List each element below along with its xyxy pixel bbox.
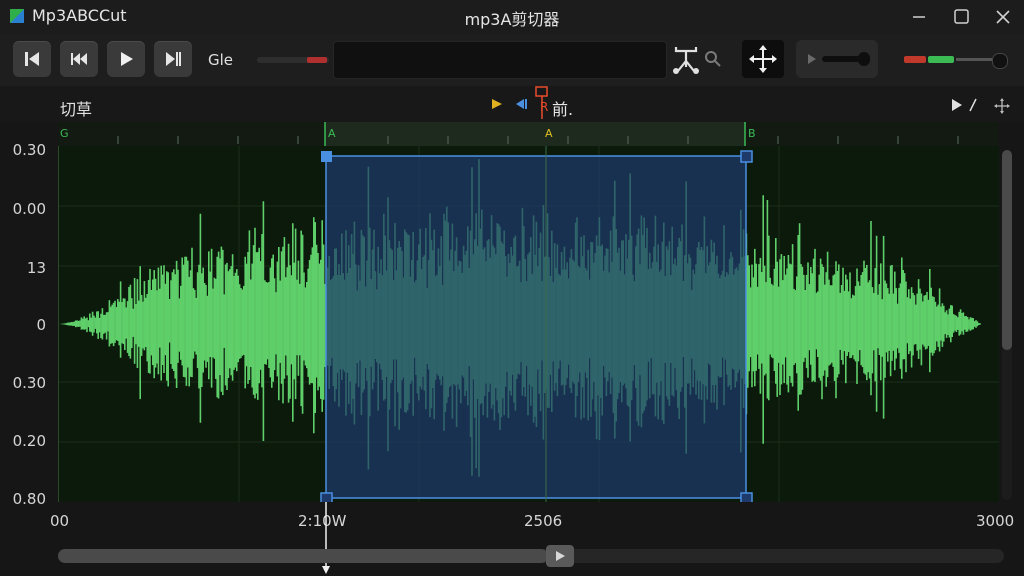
speed-label: Gle	[208, 51, 234, 69]
waveform-area[interactable]	[58, 146, 999, 502]
volume-control[interactable]	[796, 40, 878, 78]
cut-marker-icon	[673, 47, 699, 74]
selection-handle-top-left	[321, 151, 332, 162]
rewind-icon	[71, 53, 87, 65]
pan-icon[interactable]	[994, 98, 1010, 114]
skip-to-start-button[interactable]	[13, 41, 51, 77]
maximize-button[interactable]	[948, 4, 974, 30]
playhead-marker-letter: R	[540, 100, 549, 114]
toolbar: Gle	[0, 34, 1024, 87]
marker-play-icon[interactable]	[490, 98, 504, 110]
move-tool-button[interactable]	[742, 40, 784, 78]
x-axis-label: 3000	[976, 512, 1015, 530]
marker-back-icon[interactable]	[514, 98, 530, 110]
rewind-button[interactable]	[60, 41, 98, 77]
horizontal-scrollbar-thumb[interactable]	[58, 549, 548, 563]
selection-region	[325, 155, 747, 499]
close-button[interactable]	[990, 4, 1016, 30]
level-meter[interactable]	[900, 53, 1010, 69]
level-meter-green	[928, 56, 954, 63]
app-name: Mp3ABCCut	[32, 6, 127, 25]
app-logo-icon	[10, 9, 24, 23]
title-bar: Mp3ABCCut mp3A剪切器	[0, 0, 1024, 34]
vertical-scrollbar-thumb[interactable]	[1002, 150, 1012, 350]
vertical-scrollbar[interactable]	[1002, 150, 1012, 500]
section-label: 切草	[60, 100, 93, 119]
selection-handle-bottom-right	[740, 492, 753, 502]
selection-end-marker[interactable]: B	[748, 127, 756, 140]
skip-next-button[interactable]	[154, 41, 192, 77]
level-meter-track	[956, 58, 996, 61]
y-axis-label: 0.30	[12, 141, 46, 159]
waveform	[59, 146, 999, 502]
selection-start-marker[interactable]: A	[328, 127, 336, 140]
speed-slider[interactable]	[257, 57, 329, 63]
skip-next-icon	[166, 52, 181, 66]
speed-slider-fill	[307, 57, 327, 63]
y-axis-label: 0	[36, 316, 46, 334]
y-axis-label: 0.00	[12, 200, 46, 218]
ruler-start-marker: G	[60, 127, 69, 140]
y-axis-label: 13	[26, 259, 46, 277]
marker-text: 前.	[552, 100, 574, 119]
play-icon	[121, 52, 133, 66]
play-selection-icon[interactable]	[950, 97, 980, 113]
skip-to-start-icon	[25, 52, 39, 66]
search-icon	[705, 51, 721, 67]
minimize-button[interactable]	[906, 4, 932, 30]
x-axis-label: 00	[50, 512, 70, 530]
cut-marker-button[interactable]	[672, 43, 700, 75]
play-button[interactable]	[107, 41, 145, 77]
wave-header: 切草 R 前.	[0, 86, 1024, 122]
selection-handle-bottom-left	[320, 492, 333, 502]
selection-handle-top-right	[740, 150, 753, 163]
search-button[interactable]	[704, 50, 722, 68]
volume-slider-handle[interactable]	[858, 52, 870, 66]
timeline-ruler[interactable]: G A A B	[58, 122, 998, 146]
playhead-line[interactable]	[320, 502, 332, 576]
y-axis-label: 0.80	[12, 490, 46, 508]
time-display	[333, 41, 667, 79]
x-axis-label: 2506	[524, 512, 563, 530]
level-meter-handle[interactable]	[992, 53, 1008, 69]
ruler-ticks	[117, 122, 959, 146]
window-title: mp3A剪切器	[464, 10, 560, 29]
y-axis-label: 0.30	[12, 374, 46, 392]
playhead-ruler-marker[interactable]: A	[545, 127, 553, 140]
scroll-play-button[interactable]	[546, 545, 574, 567]
level-meter-red	[904, 56, 926, 63]
y-axis-label: 0.20	[12, 432, 46, 450]
move-icon	[749, 45, 777, 73]
play-icon	[556, 551, 565, 561]
horizontal-scrollbar[interactable]	[58, 545, 1004, 567]
